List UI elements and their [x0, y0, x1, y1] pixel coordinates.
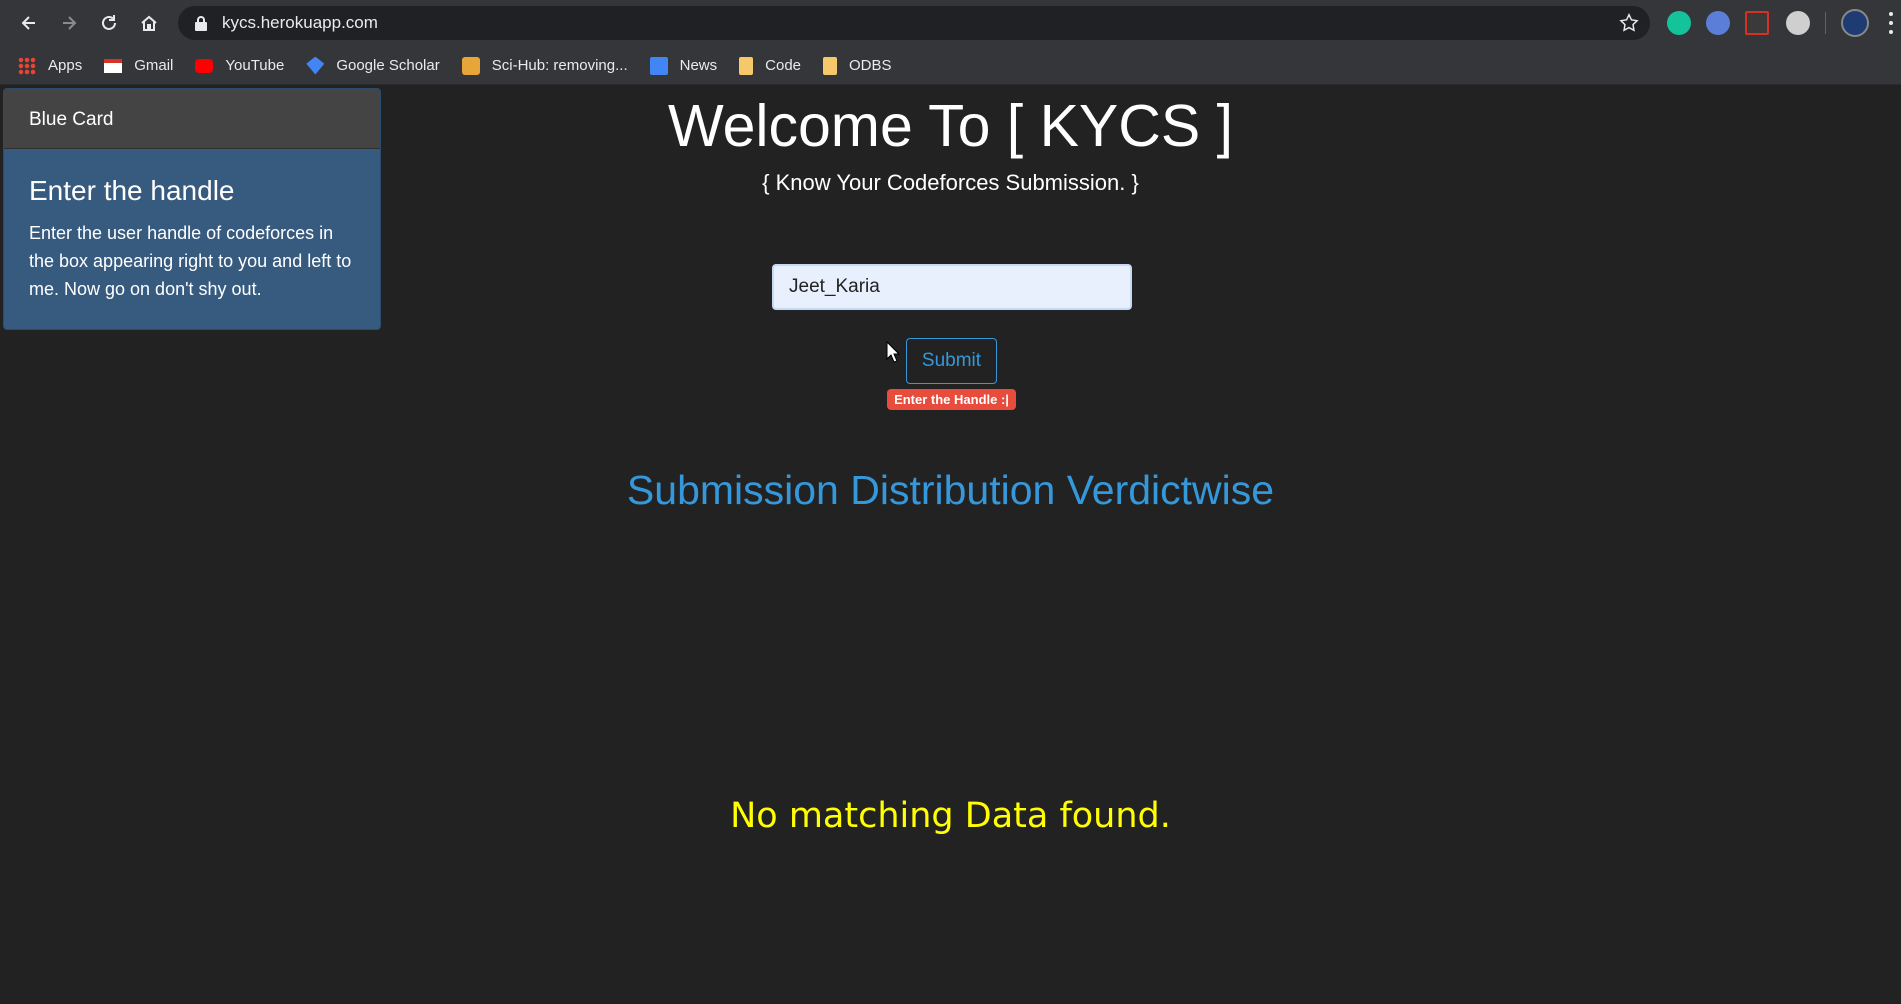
page-subtitle: { Know Your Codeforces Submission. }: [762, 170, 1139, 195]
bookmark-label: Apps: [48, 57, 83, 74]
extension-icon[interactable]: [1706, 11, 1730, 35]
page-title: Welcome To [ KYCS ]: [667, 93, 1234, 159]
back-arrow-icon: [21, 16, 35, 30]
scholar-icon: [306, 56, 325, 75]
bookmark-label: Code: [765, 57, 801, 74]
circle-extension-icon[interactable]: [1786, 11, 1810, 35]
folder-icon: [823, 56, 837, 75]
page-content: Blue Card Enter the handle Enter the use…: [0, 86, 1901, 1004]
home-button[interactable]: [129, 3, 169, 43]
grammarly-extension-icon[interactable]: [1667, 11, 1691, 35]
bookmark-folder-odbs[interactable]: ODBS: [823, 56, 892, 75]
toolbar-divider: [1825, 12, 1826, 34]
reload-icon: [102, 15, 116, 30]
bookmark-youtube[interactable]: YouTube: [195, 57, 284, 74]
handle-input[interactable]: [772, 264, 1132, 310]
bookmark-label: ODBS: [849, 57, 892, 74]
validation-badge: Enter the Handle :|: [887, 389, 1016, 410]
bookmark-apps[interactable]: Apps: [18, 56, 83, 75]
profile-avatar[interactable]: [1841, 9, 1869, 37]
card-text: Enter the user handle of codeforces in t…: [29, 223, 352, 299]
browser-toolbar: kycs.herokuapp.com: [0, 0, 1901, 47]
no-data-message: No matching Data found.: [730, 796, 1171, 836]
gmail-icon: [104, 58, 123, 73]
submit-button[interactable]: Submit: [906, 338, 997, 384]
bookmark-label: Sci-Hub: removing...: [491, 57, 628, 74]
bookmark-scihub[interactable]: Sci-Hub: removing...: [461, 56, 628, 75]
bookmark-label: News: [679, 57, 718, 74]
bookmark-star-icon[interactable]: [1618, 12, 1640, 34]
reload-button[interactable]: [89, 3, 129, 43]
home-icon: [141, 15, 157, 31]
back-button[interactable]: [9, 3, 49, 43]
apps-grid-icon: [18, 56, 36, 75]
address-bar[interactable]: kycs.herokuapp.com: [178, 6, 1650, 40]
bookmark-google-scholar[interactable]: Google Scholar: [306, 56, 440, 75]
pdf-extension-icon[interactable]: [1745, 11, 1769, 35]
forward-arrow-icon: [63, 16, 77, 30]
section-title: Submission Distribution Verdictwise: [626, 467, 1275, 513]
bookmark-label: Google Scholar: [336, 57, 440, 74]
bookmark-folder-code[interactable]: Code: [739, 56, 801, 75]
browser-menu-icon[interactable]: [1888, 12, 1894, 34]
bookmark-label: YouTube: [225, 57, 285, 74]
scihub-icon: [461, 56, 480, 75]
bookmark-label: Gmail: [134, 57, 174, 74]
mouse-cursor-icon: [886, 341, 900, 363]
news-icon: [649, 56, 668, 75]
bookmark-gmail[interactable]: Gmail: [104, 57, 173, 74]
url-text: kycs.herokuapp.com: [222, 13, 378, 32]
lock-icon: [195, 16, 207, 31]
bookmarks-bar: Apps Gmail YouTube Google Scholar Sci-Hu…: [0, 47, 1901, 85]
folder-icon: [739, 56, 754, 75]
bookmark-news[interactable]: News: [649, 56, 718, 75]
forward-button[interactable]: [49, 3, 89, 43]
youtube-icon: [195, 58, 214, 73]
